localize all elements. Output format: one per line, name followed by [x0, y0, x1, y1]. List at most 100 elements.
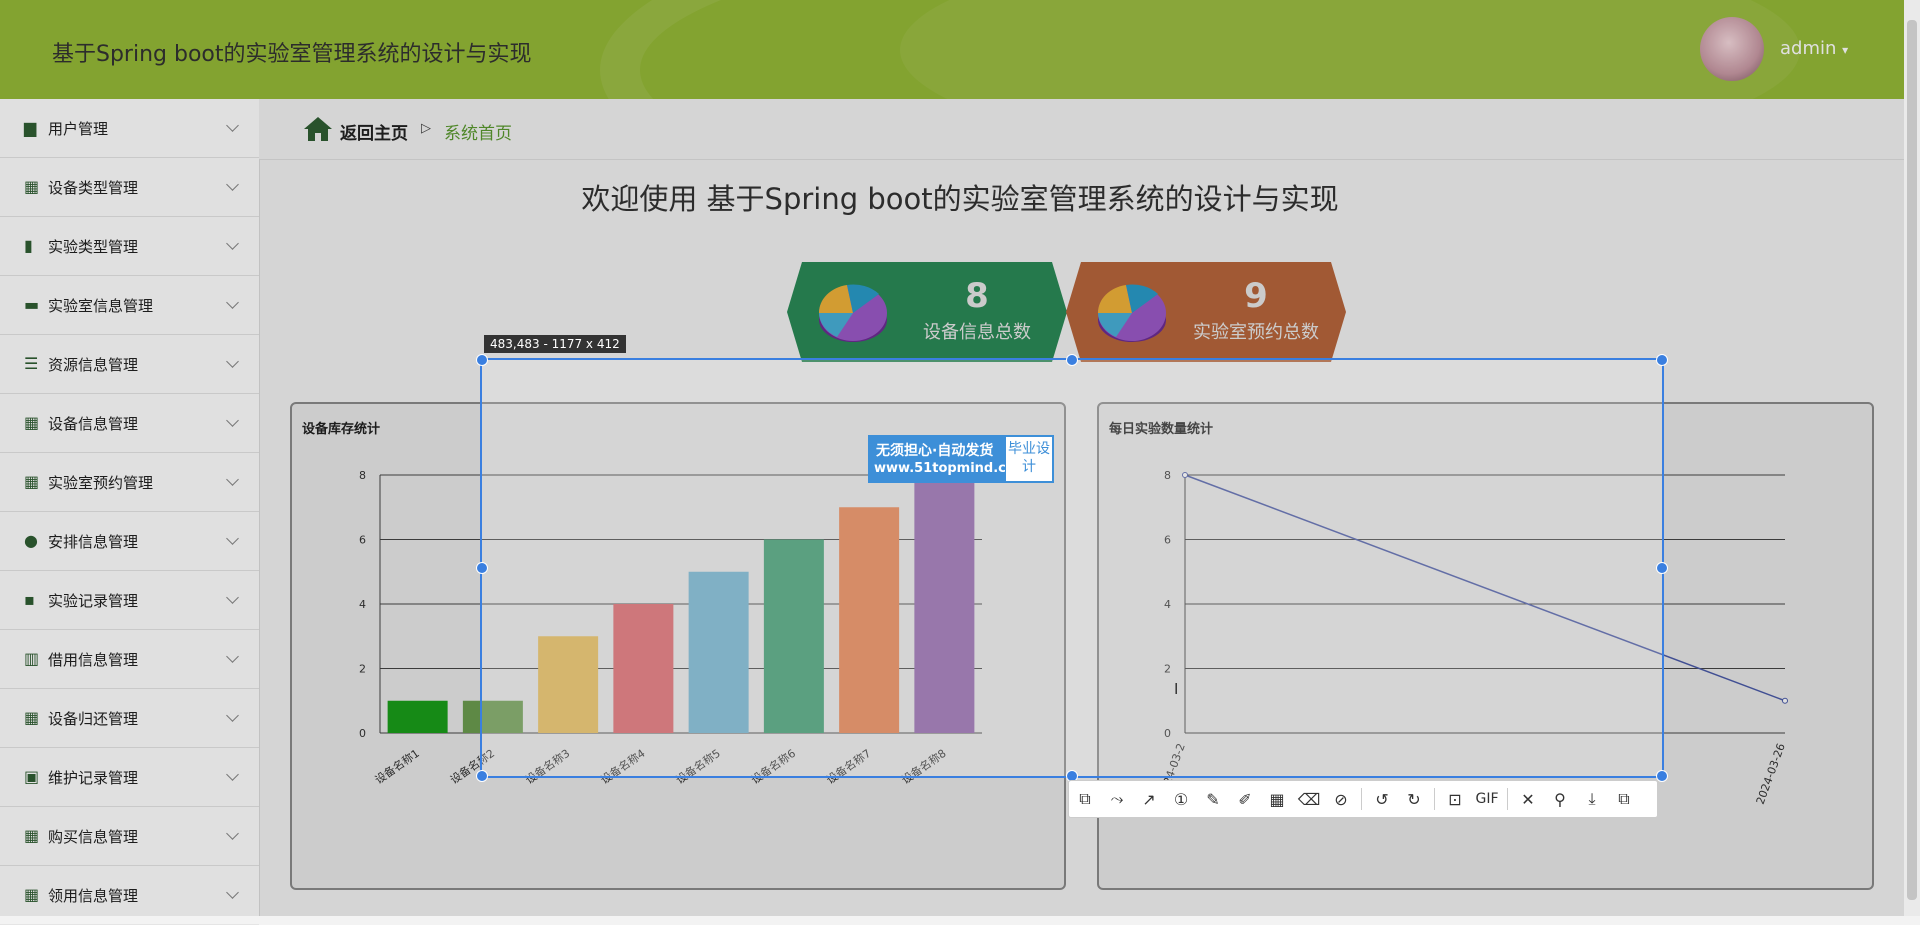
gif-button[interactable]: GIF: [1471, 783, 1503, 815]
pie-chart-icon: [818, 284, 887, 342]
sidebar-item-label: 借用信息管理: [48, 650, 139, 669]
y-tick-label: 8: [359, 469, 366, 482]
list-icon: ☰: [24, 354, 39, 373]
app-title: 基于Spring boot的实验室管理系统的设计与实现: [52, 42, 532, 67]
resize-handle[interactable]: [1656, 770, 1668, 782]
y-tick-label: 2: [359, 663, 366, 676]
x-tick-label: 设备名称1: [372, 746, 422, 787]
chevron-down-icon: ▾: [1842, 43, 1849, 57]
toolbar-divider: [1434, 788, 1435, 810]
scrollbar-thumb[interactable]: [1907, 20, 1917, 900]
sidebar-item-label: 实验室信息管理: [48, 296, 154, 315]
chevron-down-icon[interactable]: [226, 473, 239, 486]
pencil-icon[interactable]: ✎: [1197, 783, 1229, 815]
sidebar-item-label: 维护记录管理: [48, 768, 139, 787]
sidebar-item[interactable]: ▥ 借用信息管理: [0, 630, 259, 689]
book-icon: ▥: [24, 649, 40, 668]
chevron-down-icon[interactable]: [226, 237, 239, 250]
sidebar-item-label: 资源信息管理: [48, 355, 139, 374]
resize-handle[interactable]: [476, 562, 488, 574]
mosaic-icon[interactable]: ▦: [1261, 783, 1293, 815]
breadcrumb-home[interactable]: 返回主页: [340, 119, 408, 144]
sidebar: ▆ 用户管理 ▦ 设备类型管理 ▮ 实验类型管理 ▬ 实验室信息管理 ☰ 资源信息管理 ▦ 设备信息管…: [0, 99, 260, 925]
grid-icon: ▦: [24, 826, 40, 845]
sidebar-item[interactable]: ▪ 实验记录管理: [0, 571, 259, 630]
briefcase-icon: ▆: [24, 118, 37, 137]
resize-handle[interactable]: [476, 354, 488, 366]
chevron-down-icon[interactable]: [226, 709, 239, 722]
sidebar-item-label: 实验类型管理: [48, 237, 139, 256]
eraser-icon[interactable]: ⌫: [1293, 783, 1325, 815]
chevron-down-icon[interactable]: [226, 532, 239, 545]
chevron-down-icon[interactable]: [226, 591, 239, 604]
sidebar-item-label: 实验室预约管理: [48, 473, 154, 492]
redo-icon[interactable]: ↻: [1398, 783, 1430, 815]
text-cursor-icon: I: [1174, 680, 1179, 698]
close-icon[interactable]: ✕: [1512, 783, 1544, 815]
grid-icon: ▦: [24, 885, 40, 904]
resize-handle[interactable]: [1656, 354, 1668, 366]
sidebar-item-label: 用户管理: [48, 119, 109, 138]
chevron-down-icon[interactable]: [226, 886, 239, 899]
highlighter-icon[interactable]: ✐: [1229, 783, 1261, 815]
resize-handle[interactable]: [1066, 354, 1078, 366]
screenshot-toolbar: ⧉ ⤳ ↗ ① ✎ ✐ ▦ ⌫ ⊘ ↺ ↻ ⊡ GIF ✕ ⚲ ⤓ ⧉: [1068, 780, 1658, 818]
chevron-down-icon[interactable]: [226, 650, 239, 663]
copy-icon[interactable]: ⧉: [1608, 783, 1640, 815]
chevron-down-icon[interactable]: [226, 296, 239, 309]
paint-roller-icon: ▬: [24, 295, 40, 314]
sidebar-item-label: 领用信息管理: [48, 886, 139, 905]
sidebar-item[interactable]: ▦ 领用信息管理: [0, 866, 259, 925]
user-icon: ●: [24, 531, 38, 550]
clear-icon[interactable]: ⊘: [1325, 783, 1357, 815]
bar: [387, 700, 448, 733]
shape-icon[interactable]: ⧉: [1069, 783, 1101, 815]
sidebar-item[interactable]: ▆ 用户管理: [0, 99, 259, 158]
undo-icon[interactable]: ↺: [1366, 783, 1398, 815]
watermark-line1: 无须担心·自动发货: [876, 443, 994, 459]
grid-icon: ▦: [24, 413, 40, 432]
arrow-icon[interactable]: ↗: [1133, 783, 1165, 815]
sidebar-item[interactable]: ▦ 设备归还管理: [0, 689, 259, 748]
user-avatar[interactable]: [1700, 17, 1764, 81]
stat-card-devices: 8 设备信息总数: [787, 262, 1067, 362]
user-menu[interactable]: admin ▾: [1780, 38, 1848, 59]
username[interactable]: admin: [1780, 38, 1836, 59]
chevron-down-icon[interactable]: [226, 768, 239, 781]
sidebar-item[interactable]: ▣ 维护记录管理: [0, 748, 259, 807]
chevron-down-icon[interactable]: [226, 119, 239, 132]
home-icon[interactable]: [303, 116, 333, 142]
stat-value: 9: [1244, 276, 1268, 316]
sidebar-item[interactable]: ▦ 实验室预约管理: [0, 453, 259, 512]
sidebar-item[interactable]: ● 安排信息管理: [0, 512, 259, 571]
chevron-down-icon[interactable]: [226, 355, 239, 368]
sidebar-item-label: 实验记录管理: [48, 591, 139, 610]
resize-handle[interactable]: [476, 770, 488, 782]
sidebar-item-label: 安排信息管理: [48, 532, 139, 551]
sidebar-item[interactable]: ▮ 实验类型管理: [0, 217, 259, 276]
sidebar-item[interactable]: ▦ 购买信息管理: [0, 807, 259, 866]
pin-icon[interactable]: ⚲: [1544, 783, 1576, 815]
x-tick-label: 2024-03-26: [1754, 742, 1788, 807]
resize-handle[interactable]: [1656, 562, 1668, 574]
chevron-down-icon[interactable]: [226, 827, 239, 840]
y-tick-label: 4: [359, 598, 366, 611]
sidebar-item[interactable]: ☰ 资源信息管理: [0, 335, 259, 394]
number-icon[interactable]: ①: [1165, 783, 1197, 815]
sidebar-item-label: 设备归还管理: [48, 709, 139, 728]
screenshot-selection[interactable]: [476, 354, 1668, 782]
sidebar-item[interactable]: ▬ 实验室信息管理: [0, 276, 259, 335]
sidebar-item[interactable]: ▦ 设备信息管理: [0, 394, 259, 453]
toolbar-divider: [1507, 788, 1508, 810]
comment-icon: ▪: [24, 590, 35, 609]
pie-chart-icon: [1097, 284, 1166, 342]
y-tick-label: 6: [359, 534, 366, 547]
ocr-icon[interactable]: ⊡: [1439, 783, 1471, 815]
breadcrumb-current[interactable]: 系统首页: [444, 119, 512, 144]
grid-icon: ▦: [24, 472, 40, 491]
stat-value: 8: [965, 276, 989, 316]
polyline-icon[interactable]: ⤳: [1101, 783, 1133, 815]
stat-label: 设备信息总数: [923, 322, 1031, 343]
download-icon[interactable]: ⤓: [1576, 783, 1608, 815]
chevron-down-icon[interactable]: [226, 414, 239, 427]
